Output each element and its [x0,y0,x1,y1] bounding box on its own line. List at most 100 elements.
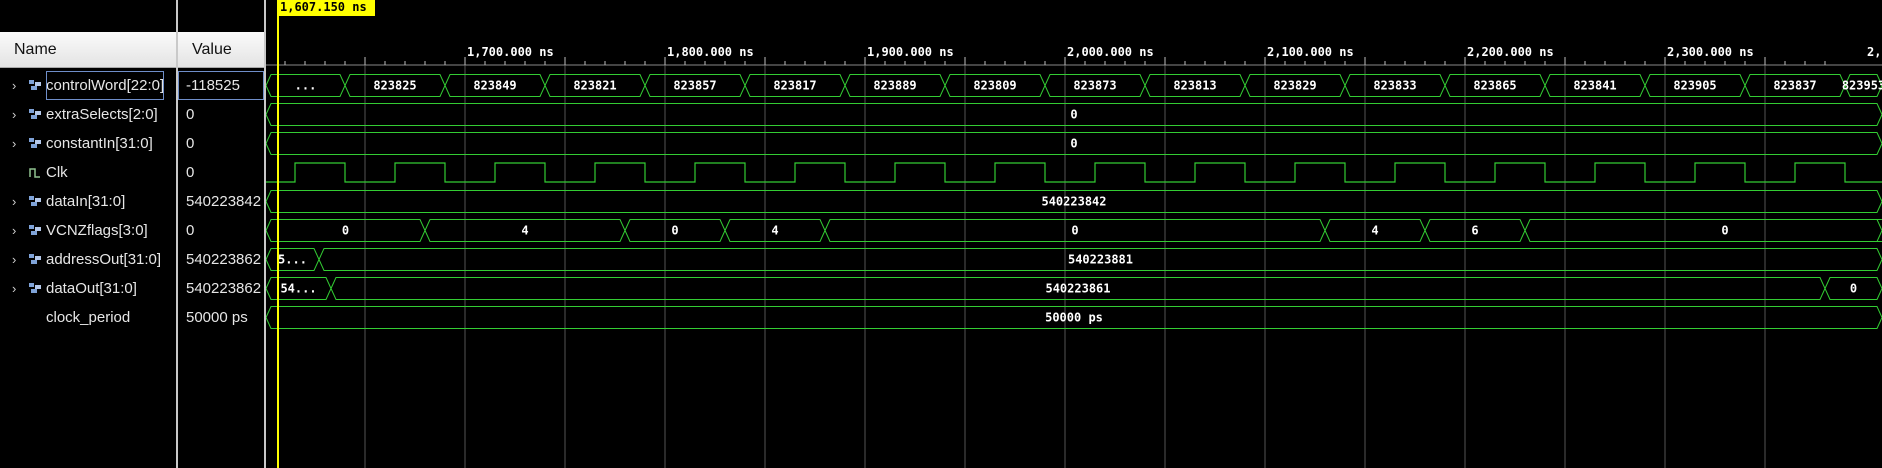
signal-row[interactable]: › constantIn[31:0] [0,129,176,158]
bus-value-label: 823813 [1173,79,1216,93]
value-column-header[interactable]: Value [178,32,264,68]
expand-chevron-icon[interactable]: › [12,216,16,245]
signal-name[interactable]: Clk [46,158,68,187]
signal-value-row[interactable]: -118525 [178,71,264,100]
bus-signal-icon [29,138,41,148]
signal-row[interactable]: › controlWord[22:0] [0,71,176,100]
signal-value: 0 [186,222,195,239]
bus-value-label: 823833 [1373,79,1416,93]
signal-value-row[interactable]: 0 [178,100,264,129]
signal-name[interactable]: constantIn[31:0] [46,129,153,158]
signal-row[interactable]: › addressOut[31:0] [0,245,176,274]
signal-value: 0 [186,106,195,123]
signal-value-row[interactable]: 540223842 [178,187,264,216]
bus-value-label: ... [295,79,317,93]
waveform-canvas[interactable]: 1,700.000 ns 1,800.000 ns 1,900.000 ns 2,00… [266,0,1882,468]
signal-row[interactable]: › dataOut[31:0] [0,274,176,303]
cursor-line[interactable] [277,0,279,468]
signal-value-row[interactable]: 50000 ps [178,303,264,332]
bus-value-label: 823873 [1073,79,1116,93]
time-tick-label: 2,200.000 ns [1467,45,1554,59]
signal-name[interactable]: clock_period [46,303,130,332]
bus-value-label: 823849 [473,79,516,93]
signal-value: 540223862 [186,251,262,268]
bus-value-label: 0 [1070,108,1077,122]
bus-value-label: 0 [1070,137,1077,151]
signal-value: 0 [186,164,195,181]
bus-value-label: 823889 [873,79,916,93]
bus-value-label: 540223842 [1041,195,1106,209]
bus-value-label: 823837 [1773,79,1816,93]
parameter-icon [29,312,41,323]
bus-signal-icon [29,109,41,119]
time-tick-label: 2,000.000 ns [1067,45,1154,59]
cursor-time-label[interactable]: 1,607.150 ns [278,0,375,16]
signal-value: 540223862 [186,280,262,297]
bus-value-label: 4 [1371,224,1378,238]
signal-value-row[interactable]: 0 [178,158,264,187]
bus-signal-icon [29,225,41,235]
signal-name[interactable]: VCNZflags[3:0] [46,216,148,245]
clock-waveform [266,162,1882,183]
name-column-header[interactable]: Name [0,32,176,68]
signal-name-panel: Name › controlWord[22:0] › extraSelects[2:0… [0,0,176,468]
time-tick-label: 2,300.000 ns [1667,45,1754,59]
bus-value-label: 6 [1471,224,1478,238]
time-tick-label: 1,700.000 ns [467,45,554,59]
bus-value-label: 823821 [573,79,616,93]
signal-value-row[interactable]: 0 [178,216,264,245]
signal-value: 50000 ps [186,309,248,326]
bus-value-label: 540223861 [1045,282,1110,296]
bus-value-label: 4 [521,224,528,238]
bus-value-label: 823825 [373,79,416,93]
signal-row[interactable]: › extraSelects[2:0] [0,100,176,129]
bit-signal-icon [29,168,40,178]
signal-value-panel: Value -118525 0 0 0 540223842 0 540223862 54022… [178,0,264,468]
bus-value-label: 823953 [1842,79,1882,93]
expand-chevron-icon[interactable]: › [12,187,16,216]
signal-value-row[interactable]: 540223862 [178,245,264,274]
bus-value-label: 0 [671,224,678,238]
signal-name[interactable]: controlWord[22:0] [46,71,165,100]
signal-value-row[interactable]: 540223862 [178,274,264,303]
signal-value: 540223842 [186,193,262,210]
bus-signal-icon [29,80,41,90]
signal-name[interactable]: dataOut[31:0] [46,274,137,303]
signal-name[interactable]: dataIn[31:0] [46,187,125,216]
bus-segment [1524,219,1882,242]
bus-signal-icon [29,196,41,206]
signal-row[interactable]: › dataIn[31:0] [0,187,176,216]
expand-chevron-icon[interactable]: › [12,245,16,274]
bus-segment [1876,219,1882,242]
bus-value-label: 540223881 [1068,253,1133,267]
signal-value: -118525 [186,77,240,94]
time-tick-label: 2, [1867,45,1881,59]
signal-name[interactable]: extraSelects[2:0] [46,100,158,129]
expand-chevron-icon[interactable]: › [12,71,16,100]
expand-chevron-icon[interactable]: › [12,100,16,129]
expand-chevron-icon[interactable]: › [12,274,16,303]
bus-value-label: 54... [280,282,316,296]
bus-signal-icon [29,254,41,264]
signal-name[interactable]: addressOut[31:0] [46,245,161,274]
signal-row[interactable]: Clk [0,158,176,187]
bus-value-label: 50000 ps [1045,311,1103,325]
bus-value-label: 823841 [1573,79,1616,93]
signal-value-row[interactable]: 0 [178,129,264,158]
time-tick-label: 2,100.000 ns [1267,45,1354,59]
bus-value-label: 823857 [673,79,716,93]
time-tick-label: 1,900.000 ns [867,45,954,59]
signal-row[interactable]: › VCNZflags[3:0] [0,216,176,245]
expand-chevron-icon[interactable]: › [12,129,16,158]
bus-value-label: 823817 [773,79,816,93]
signal-row[interactable]: clock_period [0,303,176,332]
bus-value-label: 823829 [1273,79,1316,93]
signal-value: 0 [186,135,195,152]
bus-value-label: 4 [771,224,778,238]
time-tick-label: 1,800.000 ns [667,45,754,59]
bus-signal-icon [29,283,41,293]
bus-value-label: 5... [278,253,307,267]
bus-value-label: 0 [342,224,349,238]
bus-value-label: 823905 [1673,79,1716,93]
bus-value-label: 0 [1721,224,1728,238]
